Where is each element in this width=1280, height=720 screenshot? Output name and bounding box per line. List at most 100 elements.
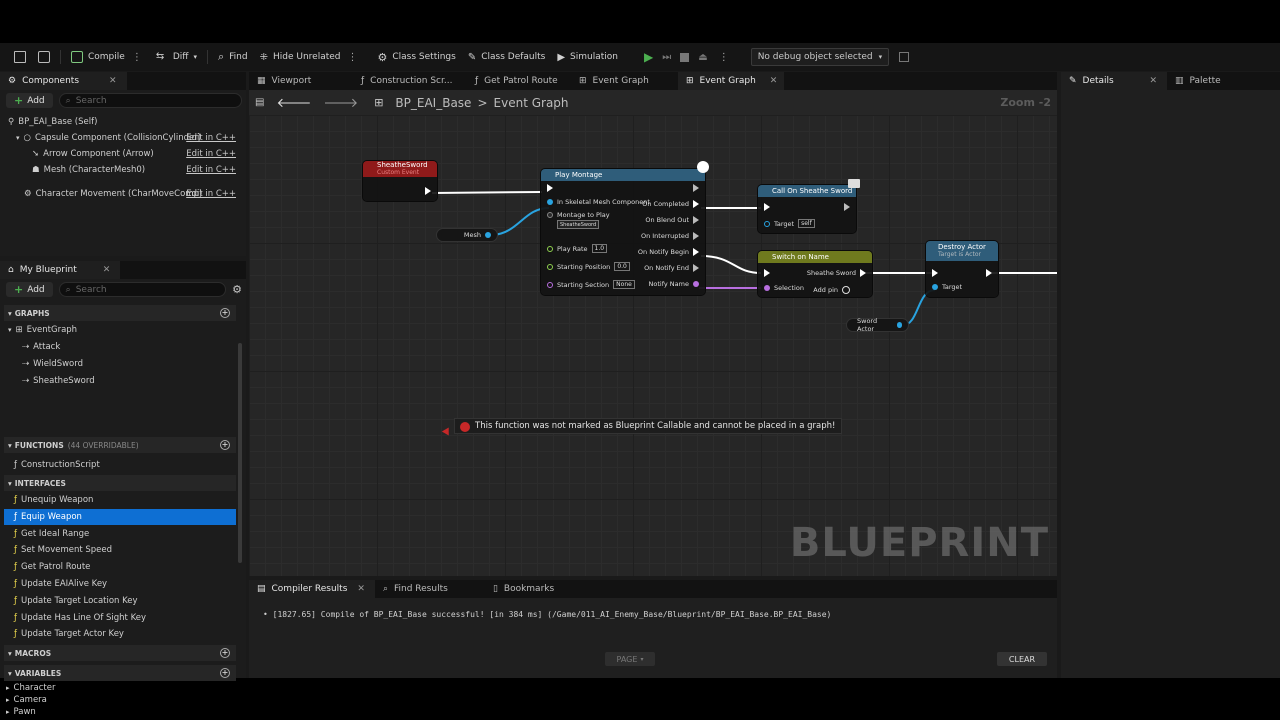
page-dropdown[interactable]: PAGE ▾ [605,652,655,666]
interface-item[interactable]: ƒ Update Target Location Key [4,593,236,609]
simulation-button[interactable]: ▶ Simulation [551,46,624,68]
tab-event-graph[interactable]: ⊞ Event Graph [571,72,678,90]
tab-my-blueprint[interactable]: ⌂ My Blueprint ✕ [0,261,121,279]
mesh-out-pin[interactable] [485,232,491,238]
input-target[interactable]: Target [932,283,962,291]
exec-in-pin[interactable] [932,269,938,277]
add-member-button[interactable]: + Add [6,282,53,297]
sheathe-sword-event-node[interactable]: SheatheSword Custom Event [363,161,437,201]
switch-on-name-node[interactable]: Switch on Name Sheathe Sword Selection A… [758,251,872,297]
component-arrow[interactable]: ➘ Arrow Component (Arrow) Edit in C++ [32,146,242,162]
step-icon[interactable]: ⏭ [662,52,671,63]
exec-in-pin[interactable] [764,203,770,211]
browse-button[interactable] [32,46,56,68]
edit-in-cpp-link[interactable]: Edit in C++ [186,133,236,143]
input-montage[interactable]: Montage to Play SheatheSword [547,211,610,229]
exec-in-pin[interactable] [547,184,553,192]
expand-icon[interactable]: ▾ [16,134,20,142]
more-icon[interactable]: ⋮ [130,52,144,63]
interface-item[interactable]: ƒ Unequip Weapon [4,492,236,508]
add-pin-button[interactable]: Add pin [813,286,850,294]
add-function-icon[interactable]: + [220,440,230,450]
add-variable-icon[interactable]: + [220,668,230,678]
actor-out-pin[interactable] [896,322,902,328]
breadcrumb-root[interactable]: BP_EAI_Base [395,96,471,110]
tab-bookmarks[interactable]: ▯ Bookmarks [485,580,564,598]
add-component-button[interactable]: + Add [6,93,53,108]
forward-arrow-icon[interactable]: 🡒 [323,95,358,111]
graph-item-wieldsword[interactable]: ⇢ WieldSword [4,356,236,372]
variables-section[interactable]: ▾ VARIABLES + [4,665,236,681]
exec-out-pin[interactable] [693,184,699,192]
diff-button[interactable]: ⇆ Diff ▾ [150,46,203,68]
add-graph-icon[interactable]: + [220,308,230,318]
interface-item[interactable]: ƒ Set Movement Speed [4,542,236,558]
eject-icon[interactable]: ⏏ [698,52,707,63]
stop-icon[interactable] [680,52,690,62]
tab-palette[interactable]: ▥ Palette [1167,72,1231,90]
output-on-interrupted[interactable]: On Interrupted [641,232,699,240]
function-item-constructionscript[interactable]: ƒ ConstructionScript [4,457,236,473]
more-icon[interactable]: ⋮ [346,52,360,63]
output-on-notify-begin[interactable]: On Notify Begin [638,248,699,256]
gear-icon[interactable]: ⚙ [232,283,242,296]
tab-get-patrol-route[interactable]: ƒ Get Patrol Route [467,72,571,90]
edit-in-cpp-link[interactable]: Edit in C++ [186,189,236,199]
output-on-blend-out[interactable]: On Blend Out [645,216,699,224]
variable-category-camera[interactable]: ▸ Camera [4,694,236,706]
starting-section-field[interactable]: None [613,280,635,289]
interface-item[interactable]: ƒ Get Patrol Route [4,559,236,575]
clear-button[interactable]: CLEAR [997,652,1047,666]
class-defaults-button[interactable]: ✎ Class Defaults [462,46,552,68]
tab-construction-script[interactable]: ƒ Construction Scr... [353,72,467,90]
tab-viewport[interactable]: ▦ Viewport [249,72,353,90]
montage-select[interactable]: SheatheSword [557,220,600,229]
output-sheathe-sword[interactable]: Sheathe Sword [807,269,866,277]
variable-category-character[interactable]: ▸ Character [4,682,236,694]
interface-item[interactable]: ƒ Update Has Line Of Sight Key [4,610,236,626]
input-play-rate[interactable]: Play Rate 1.0 [547,244,608,253]
close-icon[interactable]: ✕ [109,76,117,86]
input-selection[interactable]: Selection [764,284,804,292]
interface-item[interactable]: ƒ Equip Weapon [4,508,236,525]
edit-in-cpp-link[interactable]: Edit in C++ [186,149,236,159]
mesh-getter-node[interactable]: Mesh [436,228,498,242]
input-starting-section[interactable]: Starting Section None [547,280,635,289]
component-mesh[interactable]: ☗ Mesh (CharacterMesh0) Edit in C++ [32,162,242,178]
tab-compiler-results[interactable]: ▤ Compiler Results ✕ [249,580,375,598]
graph-canvas[interactable]: SheatheSword Custom Event Mesh Play Mont… [249,115,1057,576]
input-starting-position[interactable]: Starting Position 0.0 [547,262,630,271]
target-field[interactable]: self [798,219,815,228]
compile-button[interactable]: Compile ⋮ [65,46,150,68]
my-blueprint-search-input[interactable]: ⌕ Search [58,282,227,297]
tab-components[interactable]: ⚙ Components ✕ [0,72,127,90]
output-on-notify-end[interactable]: On Notify End [644,264,699,272]
back-arrow-icon[interactable]: 🡐 [276,95,311,111]
close-icon[interactable]: ✕ [103,265,111,275]
graph-item-sheathesword[interactable]: ⇢ SheatheSword [4,373,236,389]
graphs-section[interactable]: ▾ GRAPHS + [4,305,236,321]
graph-item-attack[interactable]: ⇢ Attack [4,339,236,355]
starting-position-field[interactable]: 0.0 [614,262,630,271]
debug-object-select[interactable]: No debug object selected ▾ [750,48,890,66]
destroy-actor-node[interactable]: Destroy Actor Target is Actor Target [926,241,998,297]
scrollbar[interactable] [238,343,242,563]
exec-in-pin[interactable] [764,269,770,277]
component-capsule[interactable]: ▾ ○ Capsule Component (CollisionCylinder… [16,130,242,146]
save-button[interactable] [8,46,32,68]
exec-out-pin[interactable] [844,203,850,211]
edit-in-cpp-link[interactable]: Edit in C++ [186,165,236,175]
hide-unrelated-button[interactable]: ⁜ Hide Unrelated ⋮ [254,46,366,68]
close-icon[interactable]: ✕ [770,76,778,86]
input-mesh-component[interactable]: In Skeletal Mesh Component [547,198,650,206]
functions-section[interactable]: ▾ FUNCTIONS (44 OVERRIDABLE) + [4,437,236,453]
component-movement[interactable]: ⚙ Character Movement (CharMoveComp) Edit… [24,186,242,202]
interface-item[interactable]: ƒ Update Target Actor Key [4,626,236,642]
component-self[interactable]: ⚲ BP_EAI_Base (Self) [8,114,97,130]
graph-item-eventgraph[interactable]: ▾ ⊞ EventGraph [4,322,236,338]
play-rate-field[interactable]: 1.0 [591,244,608,253]
close-icon[interactable]: ✕ [1149,76,1157,86]
find-button[interactable]: ⌕ Find [212,46,254,68]
interfaces-section[interactable]: ▾ INTERFACES [4,475,236,491]
tab-details[interactable]: ✎ Details ✕ [1061,72,1167,90]
